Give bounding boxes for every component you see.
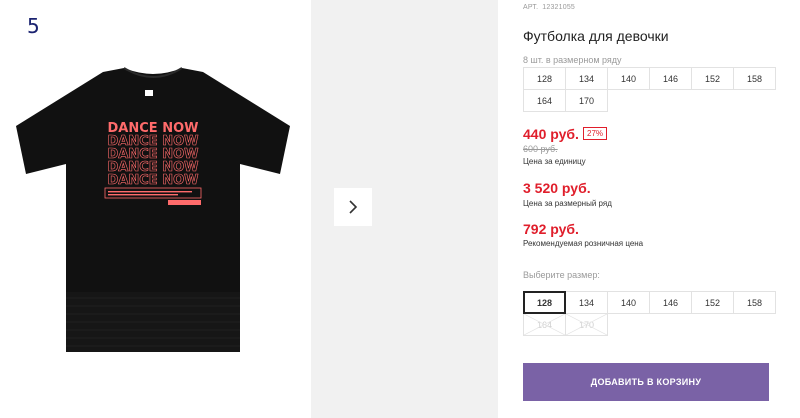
print-line-5: DANCE NOW [108, 173, 199, 188]
image-number: 5 [27, 14, 40, 38]
pack-size-cell: 134 [565, 67, 608, 90]
old-price: 600 руб. [523, 144, 558, 154]
size-option-146[interactable]: 146 [649, 291, 692, 314]
select-size-label: Выберите размер: [523, 270, 600, 280]
product-image: DANCE NOW DANCE NOW DANCE NOW DANCE NOW … [8, 66, 298, 366]
size-option-134[interactable]: 134 [565, 291, 608, 314]
unit-price-caption: Цена за единицу [523, 157, 586, 166]
article-number: 12321055 [542, 4, 576, 11]
pack-size-cell: 158 [733, 67, 776, 90]
size-option-128[interactable]: 128 [523, 291, 566, 314]
article-label: АРТ. [523, 4, 539, 11]
pack-size-label: 8 шт. в размерном ряду [523, 55, 622, 65]
pack-size-grid: 128 134 140 146 152 158 164 170 [523, 67, 776, 112]
product-title: Футболка для девочки [523, 28, 669, 44]
chevron-right-icon [349, 200, 358, 214]
pack-size-cell: 170 [565, 89, 608, 112]
unavailable-cross-icon [524, 314, 565, 335]
tshirt-illustration: DANCE NOW DANCE NOW DANCE NOW DANCE NOW … [16, 67, 290, 352]
size-option-170-unavailable: 170 [565, 313, 608, 336]
discount-badge: 27% [583, 127, 608, 140]
pack-size-cell: 152 [691, 67, 734, 90]
pack-size-cell: 140 [607, 67, 650, 90]
retail-price-caption: Рекомендуемая розничная цена [523, 239, 644, 248]
pack-size-cell: 164 [523, 89, 566, 112]
unavailable-cross-icon [566, 314, 607, 335]
size-option-152[interactable]: 152 [691, 291, 734, 314]
pack-price-caption: Цена за размерный ряд [523, 199, 612, 208]
next-image-button[interactable] [334, 188, 372, 226]
pack-price: 3 520 руб. [523, 180, 591, 196]
size-selector: 128 134 140 146 152 158 164 170 [523, 291, 776, 336]
pack-size-cell: 146 [649, 67, 692, 90]
pack-size-cell: 128 [523, 67, 566, 90]
size-option-140[interactable]: 140 [607, 291, 650, 314]
retail-price: 792 руб. [523, 221, 579, 237]
size-option-158[interactable]: 158 [733, 291, 776, 314]
article-line: АРТ. 12321055 [523, 4, 579, 11]
size-option-164-unavailable: 164 [523, 313, 566, 336]
add-to-cart-button[interactable]: ДОБАВИТЬ В КОРЗИНУ [523, 363, 769, 401]
unit-price: 440 руб. [523, 126, 579, 142]
